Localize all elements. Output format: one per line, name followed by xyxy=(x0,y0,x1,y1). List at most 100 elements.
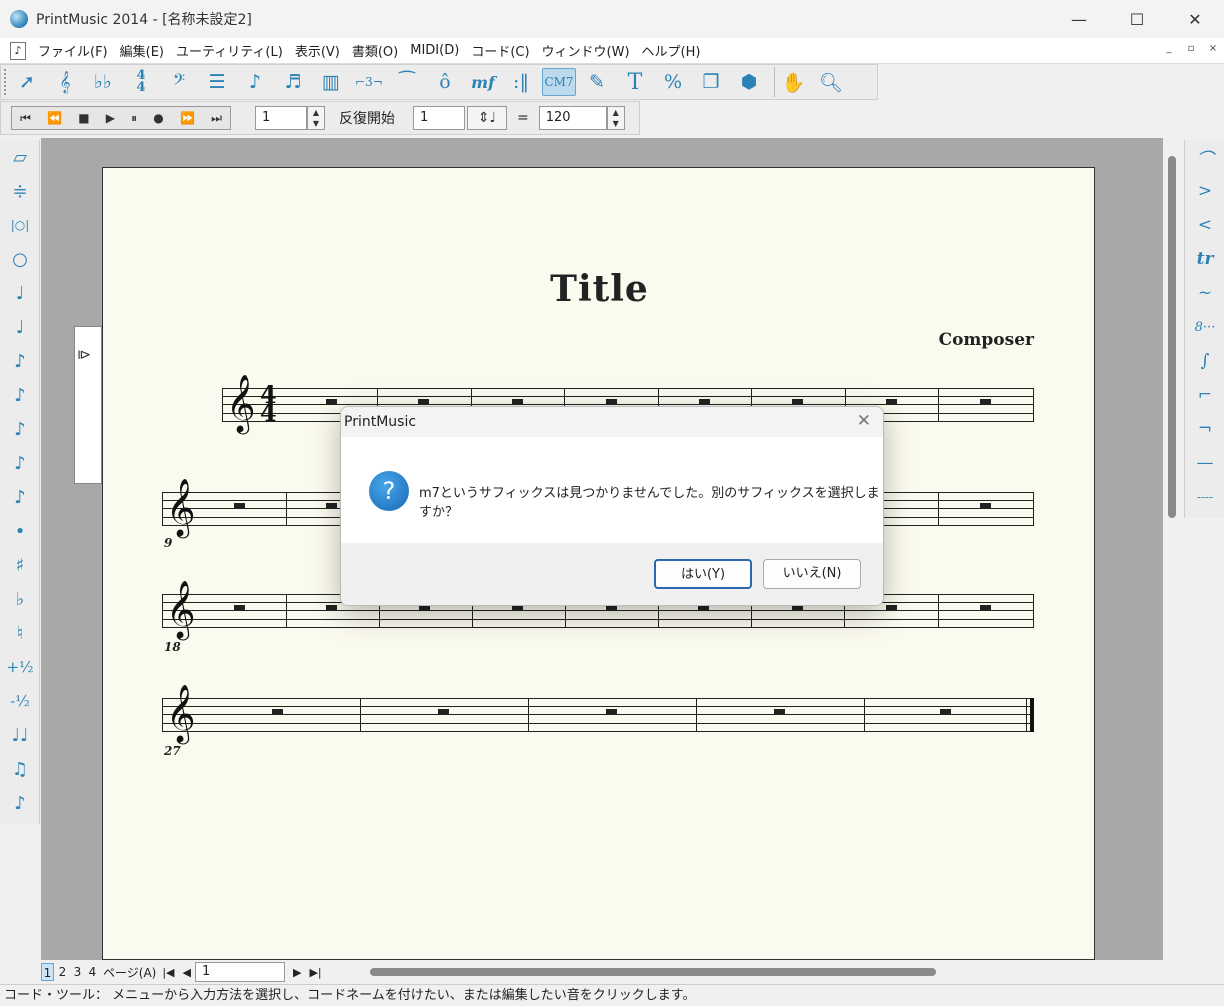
dashed-line-icon[interactable]: ---- xyxy=(1185,480,1224,514)
page-tab-4[interactable]: 4 xyxy=(86,963,99,981)
line-icon[interactable]: — xyxy=(1185,446,1224,480)
simple-entry-tool-icon[interactable]: ♪ xyxy=(236,67,274,97)
whole-note-icon[interactable]: ○ xyxy=(0,242,40,276)
maximize-button[interactable]: ☐ xyxy=(1108,0,1166,38)
sharp-icon[interactable]: ♯ xyxy=(0,548,40,582)
keyboard-entry-tool-icon[interactable]: ▥ xyxy=(312,67,350,97)
tempo-spinner[interactable]: ▲ ▼ xyxy=(606,106,625,130)
page-tab-3[interactable]: 3 xyxy=(71,963,84,981)
trill-icon[interactable]: tr xyxy=(1185,242,1224,276)
expression-tool-icon[interactable]: mf xyxy=(464,67,502,97)
rewind-start-icon[interactable]: ⏮ xyxy=(20,111,31,126)
tuplet-tool-icon[interactable]: ⌐3¬ xyxy=(350,67,388,97)
menu-help[interactable]: ヘルプ(H) xyxy=(642,41,701,60)
hand-grabber-icon[interactable]: ✋ xyxy=(774,67,812,97)
pause-icon[interactable]: ⏸ xyxy=(131,111,137,126)
play-icon[interactable]: ▶ xyxy=(106,111,115,125)
repeat-tool-icon[interactable]: :‖ xyxy=(502,67,540,97)
sixtyfourth-note-icon[interactable]: ♪ xyxy=(0,446,40,480)
menu-utilities[interactable]: ユーティリティ(L) xyxy=(176,41,283,60)
score-composer[interactable]: Composer xyxy=(939,330,1034,350)
time-signature-tool-icon[interactable]: 44 xyxy=(122,67,160,97)
menu-view[interactable]: 表示(V) xyxy=(295,41,340,60)
128th-note-icon[interactable]: ♪ xyxy=(0,480,40,514)
measure-spinner[interactable]: ▲ ▼ xyxy=(307,106,325,130)
measure-input[interactable]: 1 xyxy=(255,106,307,130)
trill-extension-icon[interactable]: ~ xyxy=(1185,276,1224,310)
lyrics-tool-icon[interactable]: ✎ xyxy=(578,67,616,97)
crescendo-icon[interactable]: < xyxy=(1185,208,1224,242)
bass-clef-tool-icon[interactable]: 𝄢 xyxy=(160,67,198,97)
horizontal-scroll-thumb[interactable] xyxy=(370,968,936,976)
staff-handle-icon[interactable]: ⧐ xyxy=(77,347,91,363)
double-whole-note-icon[interactable]: |○| xyxy=(0,208,40,242)
vertical-scrollbar[interactable] xyxy=(1163,138,1183,960)
half-step-down-icon[interactable]: -½ xyxy=(0,684,40,718)
page-tab-2[interactable]: 2 xyxy=(56,963,69,981)
tie-icon[interactable]: ♩♩ xyxy=(0,718,40,752)
close-button[interactable]: ✕ xyxy=(1166,0,1224,38)
tuplet-icon[interactable]: ♫ xyxy=(0,752,40,786)
minimize-button[interactable]: — xyxy=(1050,0,1108,38)
menu-file[interactable]: ファイル(F) xyxy=(38,41,108,60)
mdi-restore-button[interactable]: ▫ xyxy=(1184,42,1198,56)
first-page-icon[interactable]: |◀ xyxy=(162,966,174,979)
dot-icon[interactable]: • xyxy=(0,514,40,548)
ottava-icon[interactable]: 8··· xyxy=(1185,310,1224,344)
selection-tool-icon[interactable]: ➚ xyxy=(8,67,46,97)
fast-forward-icon[interactable]: ⏩ xyxy=(180,111,195,125)
decrescendo-icon[interactable]: > xyxy=(1185,174,1224,208)
vertical-scroll-thumb[interactable] xyxy=(1168,156,1176,518)
bracket-up-icon[interactable]: ⌐ xyxy=(1185,378,1224,412)
thirtysecond-note-icon[interactable]: ♪ xyxy=(0,412,40,446)
articulation-tool-icon[interactable]: ô xyxy=(426,67,464,97)
tempo-input[interactable]: 120 xyxy=(538,106,607,130)
half-note-icon[interactable]: ♩ xyxy=(0,276,40,310)
natural-icon[interactable]: ♮ xyxy=(0,616,40,650)
glissando-icon[interactable]: ∫ xyxy=(1185,344,1224,378)
clef-tool-icon[interactable]: 𝄞 xyxy=(46,67,84,97)
forward-end-icon[interactable]: ⏭ xyxy=(211,111,222,126)
tempo-note-button[interactable]: ⇕♩ xyxy=(467,106,507,130)
grace-note-icon[interactable]: ♪ xyxy=(0,786,40,820)
mdi-minimize-button[interactable]: _ xyxy=(1162,42,1176,56)
flat-icon[interactable]: ♭ xyxy=(0,582,40,616)
eighth-note-icon[interactable]: ♪ xyxy=(0,344,40,378)
half-step-up-icon[interactable]: +½ xyxy=(0,650,40,684)
mdi-close-button[interactable]: × xyxy=(1206,42,1220,56)
slur-tool-icon[interactable]: ⁀ xyxy=(388,67,426,97)
key-signature-tool-icon[interactable]: ♭♭ xyxy=(84,67,122,97)
page-tab-1[interactable]: 1 xyxy=(41,963,54,981)
record-icon[interactable]: ● xyxy=(153,111,163,125)
text-tool-icon[interactable]: T xyxy=(616,67,654,97)
menu-midi[interactable]: MIDI(D) xyxy=(410,43,459,58)
stem-icon[interactable]: ≑ xyxy=(0,174,40,208)
bracket-down-icon[interactable]: ¬ xyxy=(1185,412,1224,446)
stop-icon[interactable]: ■ xyxy=(78,111,89,125)
document-icon[interactable]: ♪ xyxy=(10,41,26,60)
eraser-icon[interactable]: ▱ xyxy=(0,140,40,174)
score-title[interactable]: Title xyxy=(103,268,1096,310)
sixteenth-note-icon[interactable]: ♪ xyxy=(0,378,40,412)
menu-window[interactable]: ウィンドウ(W) xyxy=(542,41,630,60)
menu-chord[interactable]: コード(C) xyxy=(471,41,529,60)
percent-tool-icon[interactable]: % xyxy=(654,67,692,97)
last-page-icon[interactable]: ▶| xyxy=(309,966,321,979)
prev-page-icon[interactable]: ◀ xyxy=(183,966,191,979)
dialog-close-icon[interactable]: ✕ xyxy=(857,411,871,431)
yes-button[interactable]: はい(Y) xyxy=(654,559,752,589)
page-layout-tool-icon[interactable]: ❐ xyxy=(692,67,730,97)
next-page-icon[interactable]: ▶ xyxy=(293,966,301,979)
staff-tool-icon[interactable]: ☰ xyxy=(198,67,236,97)
slur-shape-icon[interactable]: ⌒ xyxy=(1185,140,1224,174)
repeat-select[interactable]: 1 xyxy=(413,106,465,130)
menu-edit[interactable]: 編集(E) xyxy=(120,41,164,60)
grace-tool-icon[interactable]: ♬ xyxy=(274,67,312,97)
zoom-tool-icon[interactable]: 🔍︎ xyxy=(812,67,850,97)
page-number-input[interactable]: 1 xyxy=(194,962,285,982)
quarter-note-icon[interactable]: ♩ xyxy=(0,310,40,344)
staff-system-4[interactable]: 𝄞 27 xyxy=(162,688,1034,758)
menu-document[interactable]: 書類(O) xyxy=(352,41,398,60)
chord-tool-icon[interactable]: CM7 xyxy=(542,68,576,96)
no-button[interactable]: いいえ(N) xyxy=(763,559,861,589)
